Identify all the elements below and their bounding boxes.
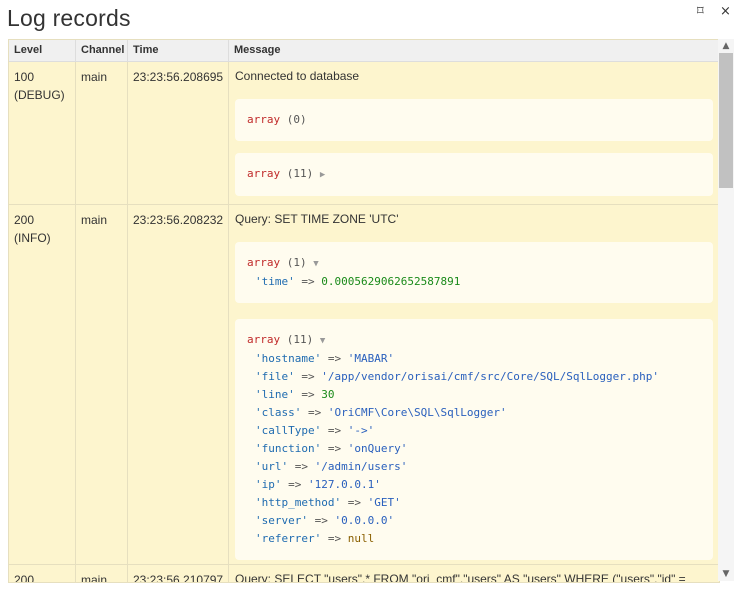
time-cell: 23:23:56.210797 xyxy=(133,573,224,583)
header-time[interactable]: Time xyxy=(128,40,229,61)
scroll-down-icon[interactable]: ▼ xyxy=(718,567,734,581)
time-cell: 23:23:56.208232 xyxy=(133,213,224,227)
dump-value: '/admin/users' xyxy=(314,460,408,473)
dump-key: 'class' xyxy=(255,406,302,419)
dump-arrow: => xyxy=(327,424,342,437)
panel-title: Log records xyxy=(7,5,131,31)
dump-count: (1) xyxy=(286,256,307,269)
channel-cell: main xyxy=(81,70,108,84)
dump-type: array xyxy=(247,167,281,180)
message-text: Query: SET TIME ZONE 'UTC' xyxy=(235,212,399,226)
dump-arrow: => xyxy=(301,370,315,383)
dump-value: '->' xyxy=(347,424,375,437)
dump-arrow: => xyxy=(327,532,342,545)
channel-cell: main xyxy=(81,573,108,583)
dump-key: 'function' xyxy=(255,442,322,455)
dump-key: 'callType' xyxy=(255,424,322,437)
dump-value: null xyxy=(347,532,375,545)
dump-entry: 'referrer' => null xyxy=(247,530,701,548)
dump-arrow: => xyxy=(307,406,322,419)
dump-key: 'hostname' xyxy=(255,352,322,365)
dump-entry: 'hostname' => 'MABAR' xyxy=(247,350,701,368)
dump-arrow: => xyxy=(294,460,308,473)
dump-entry: 'function' => 'onQuery' xyxy=(247,440,701,458)
dump-value: '0.0.0.0' xyxy=(334,514,395,527)
message-cell: Query: SELECT "users".* FROM "ori_cmf"."… xyxy=(229,565,719,583)
dump-arrow: => xyxy=(301,275,315,288)
dump-key: 'url' xyxy=(255,460,289,473)
dump-arrow: => xyxy=(327,352,342,365)
dump-count: (0) xyxy=(286,113,307,126)
table-row: 100 (DEBUG) main 23:23:56.208695 Connect… xyxy=(9,62,719,205)
dump-value: 'MABAR' xyxy=(347,352,395,365)
dump-value: '127.0.0.1' xyxy=(308,478,381,491)
level-code: 200 xyxy=(14,213,35,227)
dump-arrow: => xyxy=(327,442,342,455)
dump-entry: 'class' => 'OriCMF\Core\SQL\SqlLogger' xyxy=(247,404,701,422)
dump-entry: 'callType' => '->' xyxy=(247,422,701,440)
header-message[interactable]: Message xyxy=(229,40,719,61)
dump-count: (11) xyxy=(286,333,314,346)
dump-entry: 'ip' => '127.0.0.1' xyxy=(247,476,701,494)
dump-type: array xyxy=(247,113,281,126)
level-code: 100 xyxy=(14,70,35,84)
level-cell: 100 (DEBUG) xyxy=(9,62,76,204)
dump-value: 'onQuery' xyxy=(347,442,408,455)
table-header: Level Channel Time Message xyxy=(9,40,719,62)
dump-entry: 'line' => 30 xyxy=(247,386,701,404)
dump-entry: 'http_method' => 'GET' xyxy=(247,494,701,512)
message-cell: Query: SET TIME ZONE 'UTC' array (1) ▼ '… xyxy=(229,205,719,564)
dump-key: 'referrer' xyxy=(255,532,322,545)
dump-entry: 'file' => '/app/vendor/orisai/cmf/src/Co… xyxy=(247,368,701,386)
dump-arrow: => xyxy=(301,388,315,401)
channel-cell: main xyxy=(81,213,108,227)
scroll-up-icon[interactable]: ▲ xyxy=(718,39,734,53)
dump-type: array xyxy=(247,256,281,269)
dump-block: array (1) ▼ 'time' => 0.0005629062652587… xyxy=(235,242,713,303)
dump-key: 'line' xyxy=(255,388,295,401)
level-name: (DEBUG) xyxy=(14,88,65,102)
dump-arrow: => xyxy=(347,496,361,509)
level-name: (INFO) xyxy=(14,231,51,245)
dump-entry: 'server' => '0.0.0.0' xyxy=(247,512,701,530)
pin-icon[interactable]: ⌑ xyxy=(697,5,704,19)
level-code: 200 xyxy=(14,573,35,583)
message-cell: Connected to database array (0) array (1… xyxy=(229,62,719,204)
dump-key: 'server' xyxy=(255,514,308,527)
table-row: 200 main 23:23:56.210797 Query: SELECT "… xyxy=(9,565,719,583)
dump-value: 'OriCMF\Core\SQL\SqlLogger' xyxy=(327,406,507,419)
log-table: Level Channel Time Message 100 (DEBUG) m… xyxy=(8,39,720,583)
dump-entry: 'url' => '/admin/users' xyxy=(247,458,701,476)
dump-block: array (0) xyxy=(235,99,713,141)
dump-block: array (11) ▼ 'hostname' => 'MABAR' 'file… xyxy=(235,319,713,560)
collapse-arrow-icon[interactable]: ▼ xyxy=(320,336,325,346)
level-cell: 200 xyxy=(9,565,76,583)
dump-value: 'GET' xyxy=(367,496,401,509)
dump-value: 30 xyxy=(321,388,335,401)
dump-entry: 'time' => 0.0005629062652587891 xyxy=(247,273,701,291)
message-text: Connected to database xyxy=(235,69,360,83)
expand-arrow-icon[interactable]: ▶ xyxy=(320,170,325,180)
dump-arrow: => xyxy=(288,478,302,491)
level-cell: 200 (INFO) xyxy=(9,205,76,564)
header-channel[interactable]: Channel xyxy=(76,40,128,61)
header-level[interactable]: Level xyxy=(9,40,76,61)
scrollbar-thumb[interactable] xyxy=(719,53,733,188)
dump-key: 'time' xyxy=(255,275,295,288)
dump-key: 'ip' xyxy=(255,478,282,491)
dump-count: (11) xyxy=(286,167,314,180)
collapse-arrow-icon[interactable]: ▼ xyxy=(313,259,318,269)
dump-value: '/app/vendor/orisai/cmf/src/Core/SQL/Sql… xyxy=(321,370,660,383)
dump-block: array (11) ▶ xyxy=(235,153,713,196)
dump-type: array xyxy=(247,333,281,346)
close-icon[interactable]: × xyxy=(720,5,731,19)
dump-value: 0.0005629062652587891 xyxy=(321,275,461,288)
vertical-scrollbar[interactable]: ▲ ▼ xyxy=(718,39,734,581)
table-row: 200 (INFO) main 23:23:56.208232 Query: S… xyxy=(9,205,719,565)
time-cell: 23:23:56.208695 xyxy=(133,70,224,84)
dump-key: 'http_method' xyxy=(255,496,342,509)
message-text: Query: SELECT "users".* FROM "ori_cmf"."… xyxy=(235,572,686,583)
dump-key: 'file' xyxy=(255,370,295,383)
dump-arrow: => xyxy=(314,514,328,527)
